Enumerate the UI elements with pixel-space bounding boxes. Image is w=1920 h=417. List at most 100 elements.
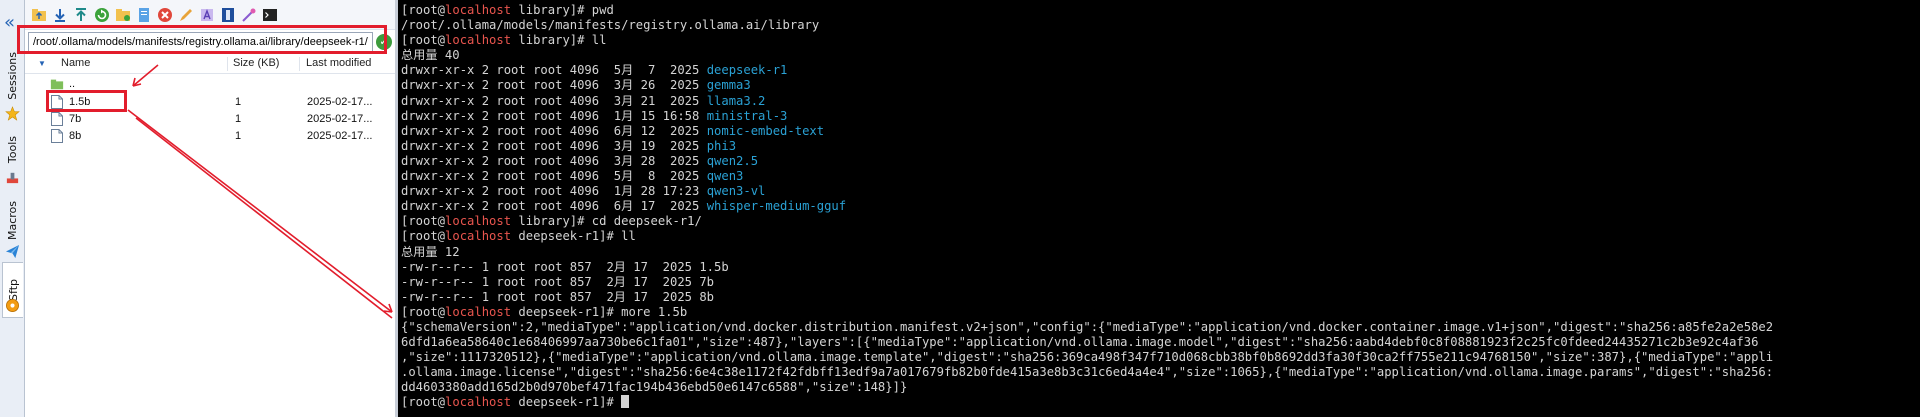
terminal-cursor	[621, 395, 630, 409]
output-line: 6dfd1a6ea58640c1e68406997aa730be6c1fa01"…	[401, 335, 1918, 350]
file-icon	[51, 112, 63, 126]
prompt-host: localhost	[445, 395, 512, 410]
prompt-prefix: [root@	[401, 304, 446, 319]
directory-name: gemma3	[706, 78, 751, 93]
prompt-cwd: deepseek-r1]#	[511, 229, 622, 244]
file-size: 1	[235, 130, 242, 142]
edit-icon[interactable]	[178, 7, 194, 23]
download-icon[interactable]	[52, 7, 68, 23]
terminal-icon[interactable]	[262, 7, 278, 23]
column-separator[interactable]	[227, 57, 228, 71]
command-text: ll	[621, 229, 636, 244]
file-row-8b[interactable]: 8b 1 2025-02-17...	[25, 128, 395, 145]
terminal-prompt-line: [root@localhost deepseek-r1]# more 1.5b	[401, 305, 1918, 320]
file-name: 1.5b	[69, 96, 91, 108]
output-text: 6dfd1a6ea58640c1e68406997aa730be6c1fa01"…	[401, 335, 1759, 350]
paper-plane-icon	[5, 244, 20, 259]
prompt-prefix: [root@	[401, 3, 446, 17]
directory-name: qwen3	[706, 169, 744, 184]
directory-name: ministral-3	[706, 108, 788, 123]
output-line: -rw-r--r-- 1 root root 857 2月 17 2025 1.…	[401, 260, 1918, 275]
file-modified: 2025-02-17...	[307, 96, 373, 108]
prompt-prefix: [root@	[401, 229, 446, 244]
command-text: pwd	[591, 3, 614, 17]
listing-meta: drwxr-xr-x 2 root root 4096 1月 15 16:58	[401, 108, 707, 123]
delete-icon[interactable]	[157, 7, 173, 23]
file-size: 1	[235, 96, 242, 108]
collapse-sidebar-icon[interactable]: «	[4, 14, 15, 32]
terminal-prompt-line: [root@localhost library]# pwd	[401, 3, 1918, 18]
folder-up-icon[interactable]	[31, 7, 47, 23]
file-name: 8b	[69, 130, 82, 142]
path-input[interactable]: /root/.ollama/models/manifests/registry.…	[28, 32, 373, 52]
terminal-prompt-line: [root@localhost library]# cd deepseek-r1…	[401, 214, 1918, 229]
file-row-1-5b[interactable]: 1.5b 1 2025-02-17...	[25, 94, 395, 111]
output-line: {"schemaVersion":2,"mediaType":"applicat…	[401, 320, 1918, 335]
prompt-cwd: library]#	[511, 3, 592, 17]
tab-tools-label: Tools	[6, 136, 19, 164]
command-text: ll	[591, 33, 607, 48]
output-line: -rw-r--r-- 1 root root 857 2月 17 2025 7b	[401, 275, 1918, 290]
column-separator[interactable]	[299, 57, 300, 71]
file-name: ..	[69, 78, 76, 90]
directory-name: llama3.2	[706, 93, 766, 108]
directory-listing-line: drwxr-xr-x 2 root root 4096 3月 26 2025 g…	[401, 78, 1918, 93]
output-text: -rw-r--r-- 1 root root 857 2月 17 2025 7b	[401, 274, 715, 289]
prompt-cwd: library]#	[511, 33, 592, 48]
listing-meta: drwxr-xr-x 2 root root 4096 3月 21 2025	[401, 93, 707, 108]
output-text: -rw-r--r-- 1 root root 857 2月 17 2025 8b	[401, 289, 715, 304]
sftp-icon	[6, 299, 19, 312]
tab-tools[interactable]: Tools	[2, 130, 23, 170]
directory-name: phi3	[706, 138, 737, 153]
go-to-path-button[interactable]: ✓	[376, 34, 392, 50]
column-name[interactable]: Name	[61, 57, 90, 69]
terminal[interactable]: [root@localhost library]# pwd/root/.olla…	[398, 0, 1920, 417]
star-icon	[5, 106, 20, 121]
output-line: -rw-r--r-- 1 root root 857 2月 17 2025 8b	[401, 290, 1918, 305]
new-file-icon[interactable]	[136, 7, 152, 23]
upload-icon[interactable]	[73, 7, 89, 23]
command-text: more 1.5b	[621, 304, 688, 319]
tab-sessions[interactable]: Sessions	[2, 46, 23, 106]
directory-listing-line: drwxr-xr-x 2 root root 4096 3月 19 2025 p…	[401, 139, 1918, 154]
file-modified: 2025-02-17...	[307, 113, 373, 125]
file-icon	[51, 95, 63, 109]
parent-folder-icon	[50, 79, 64, 90]
column-modified[interactable]: Last modified	[306, 57, 371, 69]
parent-dir-row[interactable]: ..	[25, 76, 395, 93]
directory-name: qwen3-vl	[706, 184, 766, 199]
output-line: 总用量 40	[401, 48, 1918, 63]
listing-meta: drwxr-xr-x 2 root root 4096 3月 26 2025	[401, 78, 707, 93]
file-size: 1	[235, 113, 242, 125]
magic-icon[interactable]	[241, 7, 257, 23]
tab-macros[interactable]: Macros	[2, 196, 23, 246]
output-line: .ollama.image.license","digest":"sha256:…	[401, 365, 1918, 380]
listing-meta: drwxr-xr-x 2 root root 4096 1月 28 17:23	[401, 184, 707, 199]
tab-macros-label: Macros	[6, 201, 19, 241]
prompt-prefix: [root@	[401, 33, 446, 48]
column-size[interactable]: Size (KB)	[233, 57, 279, 69]
directory-name: nomic-embed-text	[706, 123, 825, 138]
directory-listing-line: drwxr-xr-x 2 root root 4096 6月 12 2025 n…	[401, 124, 1918, 139]
path-row: /root/.ollama/models/manifests/registry.…	[25, 30, 395, 54]
listing-meta: drwxr-xr-x 2 root root 4096 5月 7 2025	[401, 63, 707, 78]
file-row-7b[interactable]: 7b 1 2025-02-17...	[25, 111, 395, 128]
prompt-host: localhost	[445, 3, 512, 17]
prompt-prefix: [root@	[401, 214, 446, 229]
listing-meta: drwxr-xr-x 2 root root 4096 6月 17 2025	[401, 199, 707, 214]
directory-listing-line: drwxr-xr-x 2 root root 4096 3月 28 2025 q…	[401, 154, 1918, 169]
text-icon[interactable]	[199, 7, 215, 23]
directory-name: deepseek-r1	[706, 63, 788, 78]
terminal-prompt-line: [root@localhost deepseek-r1]# ll	[401, 229, 1918, 244]
listing-meta: drwxr-xr-x 2 root root 4096 3月 19 2025	[401, 138, 707, 153]
directory-listing-line: drwxr-xr-x 2 root root 4096 3月 21 2025 l…	[401, 94, 1918, 109]
output-text: dd4603380add165d2b0d970bef471fac194b436e…	[401, 380, 908, 395]
directory-listing-line: drwxr-xr-x 2 root root 4096 5月 8 2025 qw…	[401, 169, 1918, 184]
new-folder-icon[interactable]	[115, 7, 131, 23]
output-text: 总用量 12	[401, 244, 460, 259]
sort-desc-icon[interactable]: ▼	[38, 59, 46, 68]
column-icon[interactable]	[220, 7, 236, 23]
terminal-prompt-line: [root@localhost library]# ll	[401, 33, 1918, 48]
prompt-prefix: [root@	[401, 395, 446, 410]
refresh-icon[interactable]	[94, 7, 110, 23]
